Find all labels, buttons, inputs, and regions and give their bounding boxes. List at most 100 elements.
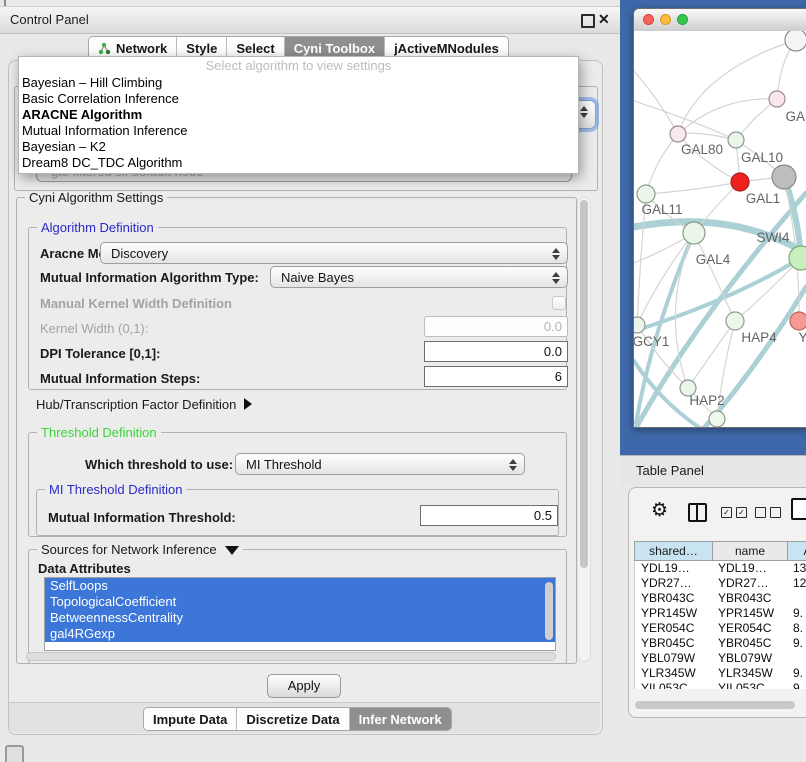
table-row[interactable]: YBR043CYBR043C	[635, 591, 806, 606]
table-body: YDL19…YDL19…13YDR27…YDR27…12YBR043CYBR04…	[634, 561, 806, 689]
attributes-scrollbar-thumb[interactable]	[545, 582, 553, 640]
network-node-hap4[interactable]	[726, 312, 744, 330]
cyni-mode-tabs: Impute Data Discretize DataInfer Network	[143, 707, 452, 731]
table-row[interactable]: YPR145WYPR145W9.	[635, 606, 806, 621]
split-columns-icon[interactable]	[688, 503, 707, 522]
gear-icon[interactable]: ⚙	[651, 499, 668, 521]
table-cell: YBR043C	[635, 591, 712, 606]
node-label: GCY1	[634, 334, 669, 349]
checked-columns-icon[interactable]: ✓ ✓	[721, 507, 747, 518]
table-horizontal-scrollbar[interactable]	[635, 701, 795, 709]
unchecked-columns-icon[interactable]	[755, 507, 781, 518]
hub-definition-toggle[interactable]: Hub/Transcription Factor Definition	[36, 397, 252, 412]
mi-steps-label: Mutual Information Steps:	[40, 371, 200, 386]
node-label: SWI4	[756, 230, 789, 245]
mi-type-combo[interactable]: Naive Bayes	[270, 266, 568, 288]
settings-horizontal-scrollbar[interactable]	[26, 652, 556, 661]
network-node-gal80[interactable]	[670, 126, 686, 142]
tab-label: Style	[186, 41, 217, 56]
close-traffic-light[interactable]	[643, 14, 654, 25]
attribute-item[interactable]: BetweennessCentrality	[45, 610, 555, 626]
tab-impute-data[interactable]: Impute Data	[144, 708, 236, 730]
node-label: GAL11	[641, 202, 682, 217]
popup-item[interactable]: ARACNE Algorithm	[19, 107, 578, 123]
manual-kernel-checkbox[interactable]	[552, 296, 566, 310]
attribute-item[interactable]: SelfLoops	[45, 578, 555, 594]
mi-steps-field[interactable]: 6	[424, 366, 568, 387]
tab-discretize-data[interactable]: Discretize Data	[236, 708, 348, 730]
table-panel-titlebar: Table Panel	[620, 455, 806, 485]
popup-item[interactable]: Dream8 DC_TDC Algorithm	[19, 155, 578, 171]
collapsed-panel-icon[interactable]	[5, 745, 24, 762]
popup-item[interactable]: Bayesian – K2	[19, 139, 578, 155]
tab-label: Network	[116, 41, 167, 56]
kernel-width-field[interactable]: 0.0	[424, 316, 568, 337]
attribute-item[interactable]: gal4RGexp	[45, 626, 555, 642]
table-row[interactable]: YBR045CYBR045C9.	[635, 636, 806, 651]
dpi-tolerance-label: DPI Tolerance [0,1]:	[40, 346, 160, 361]
network-node[interactable]	[709, 411, 725, 427]
sources-group-title[interactable]: Sources for Network Inference	[37, 542, 243, 557]
table-row[interactable]: YIL053CYIL053C9	[635, 681, 806, 689]
network-node-gal[interactable]	[769, 91, 785, 107]
column-header-3[interactable]: A	[787, 542, 806, 560]
table-row[interactable]: YBL079WYBL079W	[635, 651, 806, 666]
mi-type-value: Naive Bayes	[281, 270, 354, 285]
attribute-item[interactable]: TopologicalCoefficient	[45, 594, 555, 610]
checkbox-checked-icon: ✓	[721, 507, 732, 518]
node-label: GAL1	[746, 191, 781, 206]
network-canvas[interactable]: GALGAL80GAL10GAL1GAL11GAL4SWI4GCY1HAP4YH…	[634, 31, 806, 427]
network-node-gcy1[interactable]	[634, 317, 645, 333]
popup-item[interactable]: Basic Correlation Inference	[19, 91, 578, 107]
aracne-mode-combo[interactable]: Discovery	[100, 242, 568, 264]
dpi-tolerance-field[interactable]: 0.0	[424, 341, 568, 362]
table-row[interactable]: YDL19…YDL19…13	[635, 561, 806, 576]
checkbox-empty-icon	[770, 507, 781, 518]
network-node-gal4[interactable]	[683, 222, 705, 244]
minimize-traffic-light[interactable]	[660, 14, 671, 25]
network-node[interactable]	[785, 31, 806, 51]
table-row[interactable]: YLR345WYLR345W9.	[635, 666, 806, 681]
algorithm-popup: Select algorithm to view settings Bayesi…	[18, 56, 579, 174]
table-row[interactable]: YDR27…YDR27…12	[635, 576, 806, 591]
table-cell: YDR27…	[712, 576, 787, 591]
table-cell: YER054C	[635, 621, 712, 636]
table-cell: 9.	[787, 636, 806, 651]
zoom-traffic-light[interactable]	[677, 14, 688, 25]
mi-threshold-field[interactable]: 0.5	[420, 505, 558, 526]
expand-right-icon	[244, 398, 252, 410]
network-node-gal1[interactable]	[731, 173, 749, 191]
scrollbar-thumb[interactable]	[580, 200, 588, 568]
table-row[interactable]: YER054CYER054C8.	[635, 621, 806, 636]
float-window-icon[interactable]	[581, 14, 595, 28]
column-header-2[interactable]: name	[712, 542, 787, 560]
table-cell: YPR145W	[635, 606, 712, 621]
network-edge	[646, 134, 678, 194]
column-header-1[interactable]: shared…	[635, 542, 712, 560]
stepper-icon	[580, 106, 588, 118]
popup-item[interactable]: Bayesian – Hill Climbing	[19, 75, 578, 91]
which-threshold-combo[interactable]: MI Threshold	[235, 453, 525, 475]
tab-label: Impute Data	[153, 712, 227, 727]
table-panel-body: ⚙ ✓ ✓ shared…nameA YDL19…YDL19…13YDR27…Y…	[628, 487, 806, 718]
document-icon[interactable]	[791, 498, 806, 520]
table-cell	[787, 591, 806, 606]
close-icon[interactable]: ✕	[598, 11, 610, 28]
network-node-gal10[interactable]	[728, 132, 744, 148]
data-attributes-list[interactable]: SelfLoopsTopologicalCoefficientBetweenne…	[44, 577, 556, 651]
node-label: Y	[798, 330, 806, 345]
network-node-y[interactable]	[790, 312, 806, 330]
settings-vertical-scrollbar[interactable]	[577, 197, 591, 662]
stepper-icon	[509, 459, 517, 471]
apply-button[interactable]: Apply	[267, 674, 341, 698]
table-cell: 9	[787, 681, 806, 689]
mi-threshold-label: Mutual Information Threshold:	[48, 510, 236, 525]
table-cell: YDL19…	[712, 561, 787, 576]
network-node[interactable]	[772, 165, 796, 189]
network-node-gal11[interactable]	[637, 185, 655, 203]
popup-item[interactable]: Mutual Information Inference	[19, 123, 578, 139]
app-root: Control Panel ✕ NetworkStyleSelectCyni T…	[0, 0, 806, 762]
network-node-swi4[interactable]	[789, 246, 806, 270]
tab-infer-network[interactable]: Infer Network	[349, 708, 451, 730]
network-window-titlebar[interactable]	[634, 9, 806, 32]
